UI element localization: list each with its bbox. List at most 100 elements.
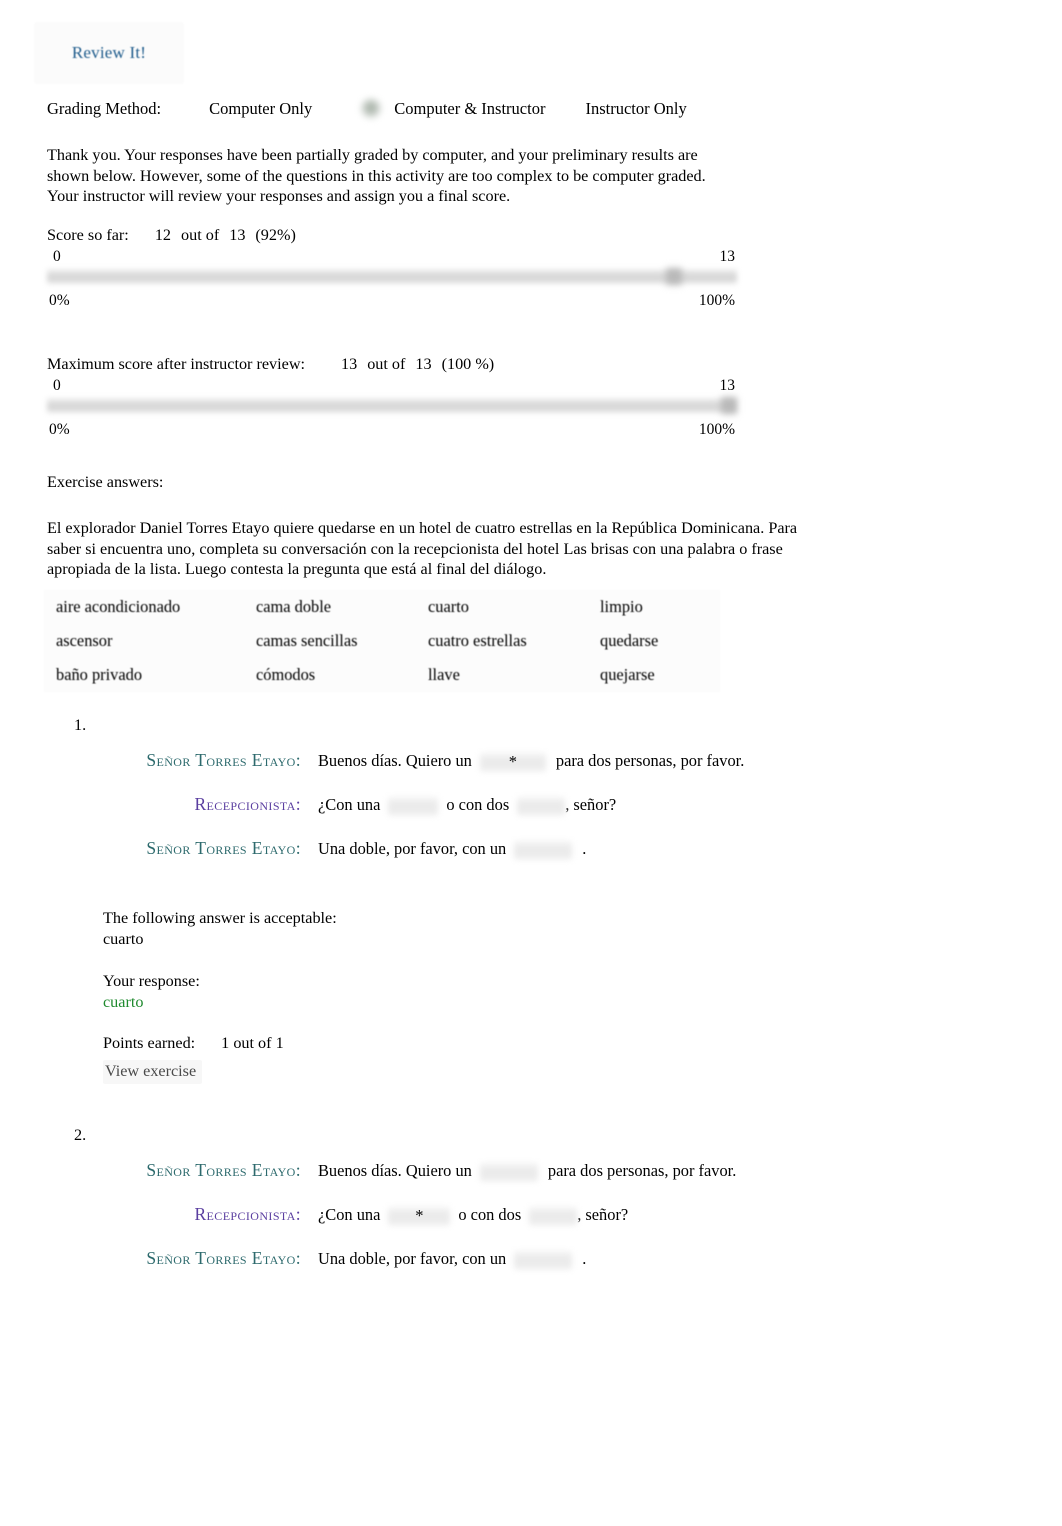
acceptable-answer-value: cuarto bbox=[103, 930, 144, 948]
word-bank-cell: limpio bbox=[600, 597, 643, 616]
grading-option-computer-only-label: Computer Only bbox=[209, 99, 313, 118]
grading-method-label: Grading Method: bbox=[47, 99, 162, 118]
word-bank-cell: aire acondicionado bbox=[56, 597, 181, 616]
speaker-senor-torres-etayo: Señor Torres Etayo: bbox=[146, 750, 301, 770]
answer-feedback: The following answer is acceptable: cuart… bbox=[103, 908, 337, 1084]
radio-selected-icon[interactable] bbox=[360, 98, 383, 120]
score-so-far-progress-bar bbox=[47, 268, 737, 285]
grading-option-instructor-only-label: Instructor Only bbox=[585, 99, 687, 118]
score-so-far-bar-min: 0 bbox=[53, 248, 61, 265]
dialogue-fragment: para dos personas, por favor. bbox=[555, 751, 745, 770]
dialogue-text: ¿Con una * o con dos , señor? bbox=[318, 1205, 628, 1226]
max-score-line: Maximum score after instructor review: 13… bbox=[47, 355, 494, 374]
your-response-value: cuarto bbox=[103, 993, 144, 1011]
speaker-recepcionista: Recepcionista: bbox=[194, 794, 301, 814]
exercise-number: 1. bbox=[74, 716, 87, 734]
grading-option-instructor-only[interactable]: Instructor Only bbox=[585, 99, 686, 119]
feedback-spacer bbox=[103, 950, 337, 971]
word-bank-cell: baño privado bbox=[56, 665, 143, 684]
word-bank-cell: cuarto bbox=[428, 597, 469, 616]
word-bank-cell: quejarse bbox=[600, 665, 655, 684]
dialogue-fragment: para dos personas, por favor. bbox=[547, 1161, 737, 1180]
dialogue-fragment: Una doble, por favor, con un bbox=[318, 839, 507, 858]
word-bank-cell: camas sencillas bbox=[256, 631, 358, 650]
max-score-label: Maximum score after instructor review: bbox=[47, 355, 306, 373]
word-bank-row: baño privado cómodos llave quejarse bbox=[44, 658, 720, 692]
max-score-earned: 13 bbox=[341, 355, 358, 373]
dialogue-fragment: ¿Con una bbox=[318, 795, 381, 814]
dialogue-fragment: o con dos bbox=[446, 795, 510, 814]
score-so-far-progress-marker bbox=[665, 268, 682, 285]
score-so-far-percent: (92%) bbox=[255, 226, 296, 244]
score-so-far-label: Score so far: bbox=[47, 226, 129, 244]
dialogue-text: Buenos días. Quiero un * para dos personas… bbox=[318, 751, 744, 772]
dialogue-line: Recepcionista: ¿Con una o con dos , señor? bbox=[105, 794, 617, 816]
review-it-link[interactable]: Review It! bbox=[72, 43, 146, 63]
page-root: Review It! Grading Method: Computer Only… bbox=[0, 0, 1062, 1377]
answer-blank-marked[interactable]: * bbox=[479, 752, 546, 772]
dialogue-text: Buenos días. Quiero un para dos personas,… bbox=[318, 1161, 737, 1182]
word-bank-cell: cómodos bbox=[256, 665, 316, 684]
grading-intro-paragraph: Thank you. Your responses have been part… bbox=[47, 146, 706, 205]
dialogue-line: Señor Torres Etayo: Una doble, por favor,… bbox=[105, 1248, 587, 1270]
max-score-bar-ends: 0 13 bbox=[47, 377, 737, 395]
dialogue-fragment: , señor? bbox=[577, 1205, 629, 1224]
your-response-label: Your response: bbox=[103, 972, 200, 990]
grading-method-row: Grading Method: Computer Only Computer &… bbox=[47, 98, 687, 120]
word-bank-row: aire acondicionado cama doble cuarto limpio bbox=[44, 590, 720, 624]
view-exercise-link[interactable]: View exercise bbox=[103, 1060, 203, 1084]
dialogue-fragment: . bbox=[582, 1249, 587, 1268]
dialogue-fragment: ¿Con una bbox=[318, 1205, 381, 1224]
points-earned-value: 1 out of 1 bbox=[221, 1034, 284, 1052]
grading-option-computer-and-instructor-label: Computer & Instructor bbox=[394, 99, 546, 118]
grading-option-computer-and-instructor[interactable]: Computer & Instructor bbox=[360, 98, 545, 120]
score-so-far-earned: 12 bbox=[154, 226, 171, 244]
exercise-item: 2. Señor Torres Etayo: Buenos días. Quiero… bbox=[0, 1126, 1062, 1526]
word-bank-cell: llave bbox=[428, 665, 460, 684]
max-score-bar-block: 0 13 0% 100% bbox=[47, 377, 737, 439]
points-earned-label: Points earned: bbox=[103, 1034, 196, 1052]
speaker-senor-torres-etayo: Señor Torres Etayo: bbox=[146, 1248, 301, 1268]
max-score-percent: (100 %) bbox=[441, 355, 495, 373]
max-score-outof: out of bbox=[367, 355, 406, 373]
score-so-far-bar-max: 13 bbox=[719, 248, 736, 265]
dialogue-fragment: Una doble, por favor, con un bbox=[318, 1249, 507, 1268]
word-bank-cell: ascensor bbox=[56, 631, 113, 650]
answer-blank-fill bbox=[514, 1250, 573, 1270]
dialogue-fragment: Buenos días. Quiero un bbox=[318, 751, 472, 770]
dialogue-fragment: , señor? bbox=[565, 795, 617, 814]
answer-blank-fill bbox=[529, 1206, 578, 1226]
score-so-far-bar-ends: 0 13 bbox=[47, 248, 737, 266]
word-bank-table: aire acondicionado cama doble cuarto limpio… bbox=[44, 590, 720, 692]
answer-blank-fill bbox=[388, 796, 439, 816]
score-so-far-pct-max: 100% bbox=[698, 292, 735, 309]
dialogue-fragment: . bbox=[582, 839, 587, 858]
exercise-answers-heading: Exercise answers: bbox=[47, 473, 164, 491]
score-so-far-pct-min: 0% bbox=[49, 292, 70, 309]
speaker-recepcionista: Recepcionista: bbox=[194, 1204, 301, 1224]
word-bank-row: ascensor camas sencillas cuatro estrellas q… bbox=[44, 624, 720, 658]
word-bank-cell: quedarse bbox=[600, 631, 659, 650]
review-it-container[interactable]: Review It! bbox=[34, 22, 184, 84]
max-score-total: 13 bbox=[415, 355, 432, 373]
score-so-far-bar-block: 0 13 0% 100% bbox=[47, 248, 737, 310]
dialogue-text: ¿Con una o con dos , señor? bbox=[318, 795, 617, 816]
activity-prompt-paragraph: El explorador Daniel Torres Etayo quiere… bbox=[47, 519, 798, 578]
score-so-far-line: Score so far: 12 out of 13 (92%) bbox=[47, 226, 296, 245]
word-bank: aire acondicionado cama doble cuarto limpio… bbox=[44, 590, 720, 692]
dialogue-line: Recepcionista: ¿Con una * o con dos , señor? bbox=[105, 1204, 628, 1226]
speaker-senor-torres-etayo: Señor Torres Etayo: bbox=[146, 1160, 301, 1180]
speaker-senor-torres-etayo: Señor Torres Etayo: bbox=[146, 838, 301, 858]
answer-blank-star-marker: * bbox=[415, 1206, 424, 1226]
max-score-bar-max: 13 bbox=[719, 377, 736, 394]
exercise-number: 2. bbox=[74, 1126, 87, 1144]
score-so-far-total: 13 bbox=[229, 226, 246, 244]
max-score-pct-min: 0% bbox=[49, 421, 70, 438]
grading-option-computer-only[interactable]: Computer Only bbox=[209, 99, 312, 119]
dialogue-fragment: Buenos días. Quiero un bbox=[318, 1161, 472, 1180]
answer-blank-marked[interactable]: * bbox=[388, 1206, 451, 1226]
dialogue-line: Señor Torres Etayo: Buenos días. Quiero u… bbox=[105, 750, 744, 772]
word-bank-cell: cuatro estrellas bbox=[428, 631, 527, 650]
answer-blank-fill bbox=[514, 840, 573, 860]
max-score-pct-max: 100% bbox=[698, 421, 735, 438]
